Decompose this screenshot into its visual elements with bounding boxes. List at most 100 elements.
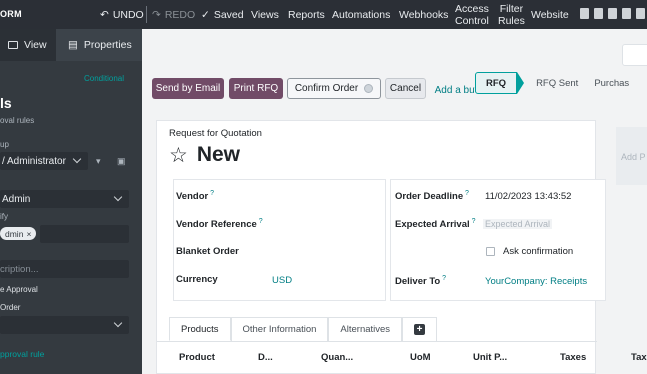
- conditional-link[interactable]: Conditional: [84, 74, 124, 83]
- toolbar-divider: [146, 6, 147, 23]
- tab-properties[interactable]: ▤ Properties: [56, 29, 142, 61]
- menu-filter-rules[interactable]: Filter Rules: [498, 0, 525, 29]
- check-icon: ✓: [201, 8, 210, 21]
- monitor-icon: [8, 41, 18, 49]
- column-quantity[interactable]: Quan...: [321, 352, 353, 363]
- order-select[interactable]: [0, 316, 129, 334]
- column-tax-excl[interactable]: Tax: [631, 352, 647, 363]
- redo-icon: ↷: [152, 8, 161, 21]
- status-rfq-sent[interactable]: RFQ Sent: [528, 72, 586, 94]
- menu-access-control[interactable]: Access Control: [455, 0, 489, 29]
- studio-sidebar: View ▤ Properties Conditional ls oval ru…: [0, 29, 142, 374]
- view-type-icons: [580, 8, 647, 19]
- record-title: ☆ New: [169, 143, 240, 167]
- add-smart-button[interactable]: Add P: [616, 127, 647, 185]
- tab-view[interactable]: View: [0, 29, 56, 61]
- cancel-button[interactable]: Cancel: [385, 78, 426, 99]
- send-by-email-button[interactable]: Send by Email: [152, 78, 224, 99]
- sidebar-section-subtitle: oval rules: [0, 116, 35, 125]
- status-bar: RFQ RFQ Sent Purchas: [475, 72, 637, 94]
- column-product[interactable]: Product: [179, 352, 215, 363]
- form-view-area: Send by Email Print RFQ Confirm Order Ca…: [142, 29, 647, 374]
- chevron-down-icon: [113, 318, 123, 328]
- currency-value[interactable]: USD: [272, 275, 292, 286]
- vendor-group: Vendor ? Vendor Reference ? Blanket Orde…: [173, 179, 386, 301]
- tab-view-label: View: [24, 39, 47, 51]
- undo-button[interactable]: ↶ UNDO: [100, 0, 144, 29]
- document-type-label: Request for Quotation: [169, 128, 262, 139]
- list-view-icon[interactable]: [594, 8, 603, 19]
- order-deadline-value[interactable]: 11/02/2023 13:43:52: [485, 191, 571, 202]
- filter-icon[interactable]: ▾: [96, 156, 101, 167]
- record-name: New: [196, 143, 241, 166]
- tab-add[interactable]: +: [402, 317, 438, 341]
- redo-label: REDO: [164, 8, 196, 21]
- description-placeholder: cription...: [0, 263, 39, 275]
- notify-input[interactable]: [40, 225, 129, 243]
- tab-other-information[interactable]: Other Information: [230, 317, 329, 341]
- access-control-line1: Access: [455, 2, 489, 15]
- control-panel-box[interactable]: [622, 44, 647, 66]
- undo-label: UNDO: [112, 8, 144, 21]
- column-uom[interactable]: UoM: [410, 352, 431, 363]
- saved-label: Saved: [213, 8, 244, 21]
- tab-products[interactable]: Products: [169, 317, 231, 341]
- group-select[interactable]: / Administrator: [0, 152, 88, 170]
- chevron-down-icon: [113, 192, 123, 202]
- plus-icon: +: [414, 324, 426, 335]
- description-input[interactable]: cription...: [0, 260, 129, 278]
- close-icon[interactable]: ×: [26, 229, 31, 239]
- tab-properties-label: Properties: [83, 39, 132, 51]
- vendor-reference-label: Vendor Reference ?: [176, 218, 263, 231]
- group-select-value: / Administrator: [2, 155, 66, 167]
- undo-icon: ↶: [100, 8, 109, 21]
- tab-alternatives[interactable]: Alternatives: [328, 317, 403, 341]
- order-group: Order Deadline ? 11/02/2023 13:43:52 Exp…: [390, 179, 606, 301]
- menu-views[interactable]: Views: [251, 0, 279, 29]
- order-label: Order: [0, 303, 21, 312]
- graph-view-icon[interactable]: [636, 8, 645, 19]
- sidebar-section-title: ls: [0, 95, 12, 111]
- menu-automations[interactable]: Automations: [332, 0, 390, 29]
- deliver-to-value[interactable]: YourCompany: Receipts: [485, 276, 587, 287]
- vendor-label: Vendor ?: [176, 190, 215, 203]
- confirm-order-button[interactable]: Confirm Order: [287, 78, 381, 99]
- status-rfq[interactable]: RFQ: [475, 72, 518, 94]
- menu-reports[interactable]: Reports: [288, 0, 325, 29]
- expected-arrival-label: Expected Arrival ?: [395, 218, 476, 231]
- user-select-value: Admin: [2, 193, 31, 205]
- add-approval-rule-link[interactable]: pproval rule: [0, 349, 44, 359]
- user-tag-label: dmin: [5, 228, 24, 239]
- notebook-tabs: Products Other Information Alternatives …: [169, 317, 438, 341]
- ask-confirmation-checkbox[interactable]: [486, 247, 495, 256]
- notify-label: ify: [0, 212, 8, 221]
- list-icon: ▤: [68, 39, 78, 51]
- form-sheet: Request for Quotation ☆ New Vendor ? Ven…: [156, 120, 647, 374]
- trash-icon[interactable]: ▣: [117, 156, 126, 167]
- order-lines-header: Product D... Quan... UoM Unit P... Taxes…: [157, 341, 647, 363]
- print-rfq-button[interactable]: Print RFQ: [229, 78, 283, 99]
- user-select[interactable]: Admin: [0, 190, 129, 208]
- expected-arrival-input[interactable]: Expected Arrival: [483, 219, 553, 229]
- confirm-order-label: Confirm Order: [294, 83, 359, 94]
- ask-confirmation-label: Ask confirmation: [503, 246, 574, 257]
- column-taxes[interactable]: Taxes: [560, 352, 586, 363]
- user-tag: dmin ×: [0, 227, 37, 240]
- chevron-down-icon: [72, 154, 82, 164]
- column-unit-price[interactable]: Unit P...: [473, 352, 507, 363]
- deliver-to-label: Deliver To ?: [395, 275, 447, 288]
- saved-indicator: ✓ Saved: [201, 0, 244, 29]
- menu-webhooks[interactable]: Webhooks: [399, 0, 448, 29]
- redo-button[interactable]: ↷ REDO: [152, 0, 195, 29]
- notify-tag: dmin ×: [0, 227, 37, 240]
- filter-rules-line1: Filter: [499, 2, 524, 15]
- calendar-view-icon[interactable]: [622, 8, 631, 19]
- status-purchase[interactable]: Purchas: [586, 72, 637, 94]
- lock-icon: [364, 84, 374, 93]
- kanban-view-icon[interactable]: [608, 8, 617, 19]
- column-description[interactable]: D...: [258, 352, 273, 363]
- star-icon[interactable]: ☆: [169, 145, 188, 166]
- menu-website[interactable]: Website: [531, 0, 569, 29]
- form-view-icon[interactable]: [580, 8, 589, 19]
- currency-label: Currency: [176, 274, 218, 285]
